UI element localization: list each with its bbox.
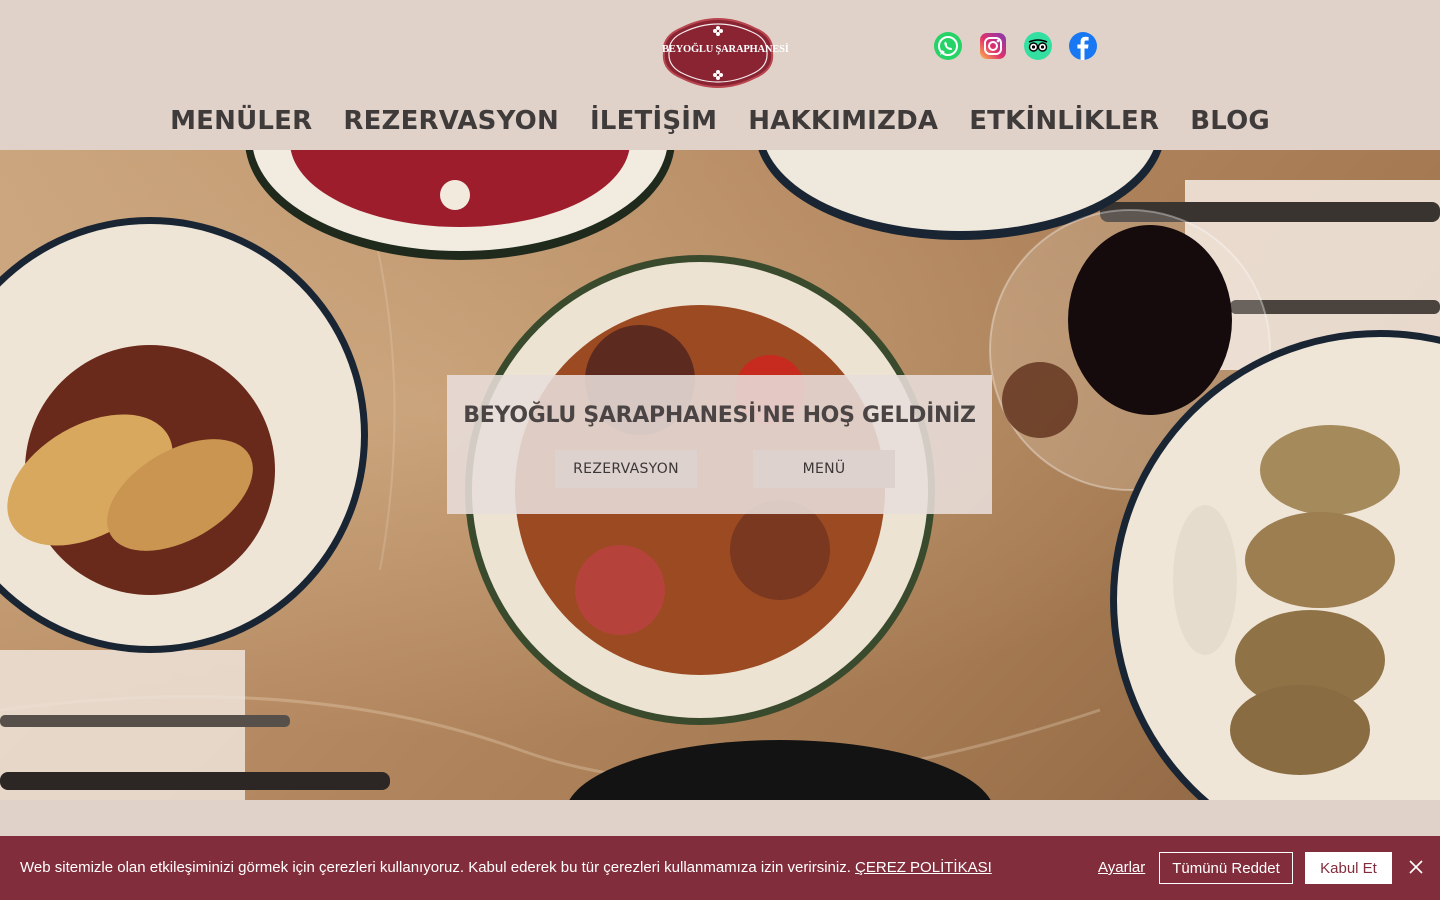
cookie-policy-link[interactable]: ÇEREZ POLİTİKASI (855, 859, 992, 876)
cookie-message: Web sitemizle olan etkileşiminizi görmek… (20, 859, 992, 876)
nav-item-etkinlikler[interactable]: ETKİNLİKLER (969, 102, 1159, 142)
hero-reservation-button[interactable]: REZERVASYON (555, 450, 697, 488)
tripadvisor-icon[interactable] (1023, 31, 1053, 61)
close-icon[interactable] (1407, 858, 1425, 876)
whatsapp-icon[interactable] (933, 31, 963, 61)
nav-item-iletisim[interactable]: İLETİŞİM (590, 102, 717, 142)
nav-item-blog[interactable]: BLOG (1190, 102, 1270, 142)
site-logo[interactable]: BEYOĞLU ŞARAPHANESİ (662, 16, 789, 90)
welcome-title: BEYOĞLU ŞARAPHANESİ'NE HOŞ GELDİNİZ (463, 403, 976, 428)
nav-item-hakkimizda[interactable]: HAKKIMIZDA (748, 102, 938, 142)
hero-menu-button[interactable]: MENÜ (753, 450, 895, 488)
nav-item-menuler[interactable]: MENÜLER (170, 102, 312, 142)
main-nav: MENÜLER REZERVASYON İLETİŞİM HAKKIMIZDA … (0, 102, 1440, 142)
cookie-banner: Web sitemizle olan etkileşiminizi görmek… (0, 836, 1440, 900)
cookie-text: Web sitemizle olan etkileşiminizi görmek… (20, 859, 851, 876)
logo-text: BEYOĞLU ŞARAPHANESİ (662, 44, 789, 55)
cookie-reject-button[interactable]: Tümünü Reddet (1159, 852, 1293, 884)
instagram-icon[interactable] (978, 31, 1008, 61)
welcome-box: BEYOĞLU ŞARAPHANESİ'NE HOŞ GELDİNİZ REZE… (447, 375, 992, 514)
cookie-accept-button[interactable]: Kabul Et (1305, 852, 1392, 884)
nav-item-rezervasyon[interactable]: REZERVASYON (343, 102, 559, 142)
site-header: BEYOĞLU ŞARAPHANESİ MENÜLER REZERVASYON … (0, 0, 1440, 150)
hero-section: BEYOĞLU ŞARAPHANESİ'NE HOŞ GELDİNİZ REZE… (0, 150, 1440, 800)
facebook-icon[interactable] (1068, 31, 1098, 61)
cookie-settings-link[interactable]: Ayarlar (1098, 859, 1145, 876)
